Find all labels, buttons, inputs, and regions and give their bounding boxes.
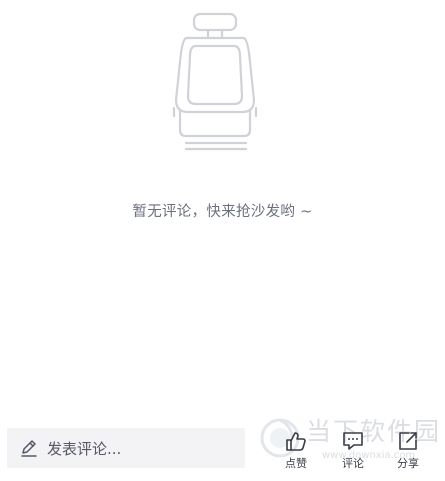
pencil-icon	[21, 440, 37, 457]
empty-comments-message: 暂无评论，快来抢沙发哟 ~	[132, 204, 313, 220]
share-icon	[399, 432, 417, 450]
comment-button[interactable]: 评论	[331, 428, 375, 474]
comment-input-placeholder: 发表评论...	[47, 439, 122, 458]
share-label: 分享	[397, 457, 419, 470]
car-seat-icon	[172, 12, 258, 151]
like-button[interactable]: 点赞	[274, 428, 318, 474]
like-label: 点赞	[285, 457, 307, 470]
comment-input[interactable]: 发表评论...	[7, 428, 245, 468]
comment-label: 评论	[342, 457, 364, 470]
share-button[interactable]: 分享	[386, 428, 430, 474]
thumbs-up-icon	[286, 432, 306, 451]
comment-icon	[343, 432, 363, 450]
